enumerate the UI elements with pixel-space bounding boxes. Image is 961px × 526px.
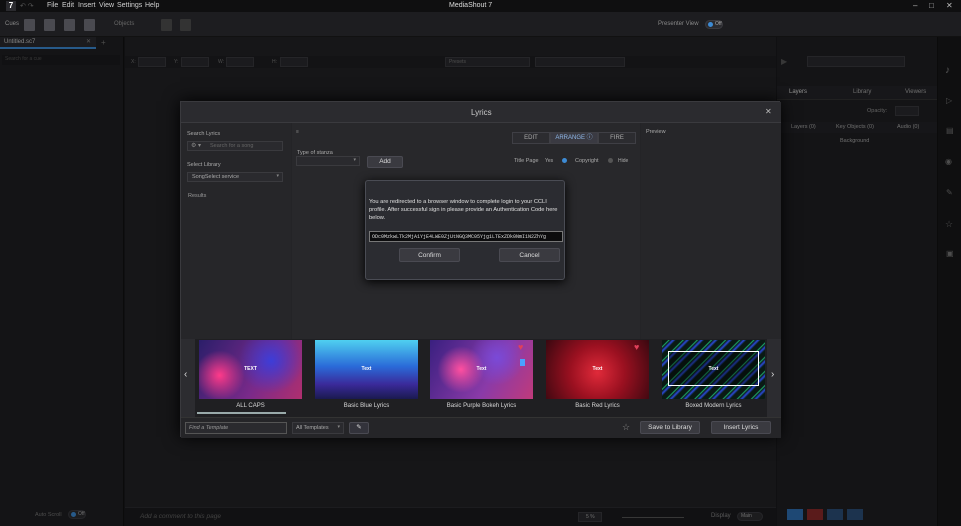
template-label: Basic Purple Bokeh Lyrics: [446, 403, 517, 409]
maximize-icon[interactable]: □: [929, 1, 934, 10]
info-icon: ⓘ: [586, 135, 593, 141]
save-to-library-button[interactable]: Save to Library: [640, 421, 700, 434]
tab-edit[interactable]: EDIT: [512, 132, 550, 144]
title-bar: 7 ↶ ↷ File Edit Insert View Settings Hel…: [0, 0, 961, 12]
scroll-left-button[interactable]: ‹: [181, 339, 195, 417]
template-filter-select[interactable]: All Templates ▾: [292, 422, 344, 434]
stanza-type-select[interactable]: ▾: [296, 156, 360, 166]
insert-lyrics-button[interactable]: Insert Lyrics: [711, 421, 771, 434]
preview-column: Preview: [641, 123, 781, 339]
title-page-toggle[interactable]: Yes: [545, 158, 553, 164]
menu-file[interactable]: File: [47, 2, 58, 9]
add-stanza-button[interactable]: Add: [367, 156, 403, 168]
settings-gear-icon: ⚙ ▾: [191, 143, 202, 149]
chevron-down-icon: ▾: [276, 173, 279, 179]
text-cue-icon[interactable]: [64, 19, 75, 31]
library-select[interactable]: SongSelect service ▾: [187, 172, 283, 182]
undo-redo-icons[interactable]: ↶ ↷: [20, 2, 34, 10]
minimize-icon[interactable]: –: [913, 1, 917, 10]
template-label: Basic Red Lyrics: [575, 403, 620, 409]
heart-icon: ♥: [518, 342, 524, 352]
scroll-right-button[interactable]: ›: [767, 339, 781, 417]
find-template-input[interactable]: Find a Template: [185, 422, 287, 434]
bookmark-icon: [520, 359, 525, 366]
dialog-title: Lyrics: [471, 108, 492, 117]
template-thumb-purple-bokeh[interactable]: Text ♥: [430, 340, 533, 399]
cancel-button[interactable]: Cancel: [499, 248, 560, 262]
title-page-knob: [562, 158, 567, 163]
dialog-header: Lyrics ✕: [181, 102, 781, 123]
ccli-auth-dialog: You are redirected to a browser window t…: [365, 180, 565, 280]
menu-view[interactable]: View: [99, 2, 114, 9]
copyright-toggle[interactable]: Hide: [618, 158, 628, 164]
tab-fire[interactable]: FIRE: [598, 132, 636, 144]
template-label: Boxed Modern Lyrics: [685, 403, 742, 409]
menu-settings[interactable]: Settings: [117, 2, 142, 9]
chevron-right-icon: ›: [771, 369, 775, 380]
menu-help[interactable]: Help: [145, 2, 159, 9]
template-thumb-boxed-modern[interactable]: Text: [662, 340, 765, 399]
song-search-input[interactable]: ⚙ ▾ Search for a song: [187, 141, 283, 151]
new-cue-icon[interactable]: [24, 19, 35, 31]
copyright-knob: [608, 158, 613, 163]
auth-code-input[interactable]: ODc0MzkwLTk2MjA1YjE4LWE0ZjUtNGQ3MC05Yjg1…: [369, 231, 563, 242]
template-label: Basic Blue Lyrics: [343, 403, 390, 409]
app-logo: 7: [6, 1, 16, 11]
cues-label: Cues: [5, 21, 20, 27]
objects-label: Objects: [114, 21, 135, 27]
template-thumb-basic-red[interactable]: Text ♥: [546, 340, 649, 399]
template-cue-icon[interactable]: [84, 19, 95, 31]
chevron-left-icon: ‹: [184, 369, 188, 380]
object-icon-1[interactable]: [161, 19, 172, 31]
favorite-star-icon[interactable]: ☆: [622, 422, 630, 433]
lyrics-icon: ≡: [296, 129, 299, 135]
main-toolbar: Cues Objects Presenter View Off: [0, 12, 961, 37]
music-cue-icon[interactable]: [44, 19, 55, 31]
template-label: ALL CAPS: [236, 403, 265, 409]
confirm-button[interactable]: Confirm: [399, 248, 460, 262]
selected-underline: [197, 412, 286, 414]
auth-message: You are redirected to a browser window t…: [369, 199, 558, 221]
dialog-footer: Find a Template All Templates ▾ ✎ ☆ Save…: [181, 417, 781, 438]
brush-icon[interactable]: ✎: [349, 422, 369, 434]
window-title: MediaShout 7: [449, 2, 493, 9]
search-column: Search Lyrics ⚙ ▾ Search for a song Sele…: [181, 123, 291, 339]
template-thumb-basic-blue[interactable]: Text: [315, 340, 418, 399]
presenter-view-toggle[interactable]: Off: [705, 20, 723, 29]
menu-edit[interactable]: Edit: [62, 2, 74, 9]
presenter-view-label: Presenter View: [658, 21, 699, 27]
dialog-close-icon[interactable]: ✕: [765, 107, 772, 116]
close-window-icon[interactable]: ✕: [946, 1, 953, 10]
menu-insert[interactable]: Insert: [78, 2, 96, 9]
tab-arrange[interactable]: ARRANGE ⓘ: [550, 132, 598, 144]
heart-icon: ♥: [634, 342, 640, 352]
template-thumb-all-caps[interactable]: TEXT: [199, 340, 302, 399]
object-icon-2[interactable]: [180, 19, 191, 31]
